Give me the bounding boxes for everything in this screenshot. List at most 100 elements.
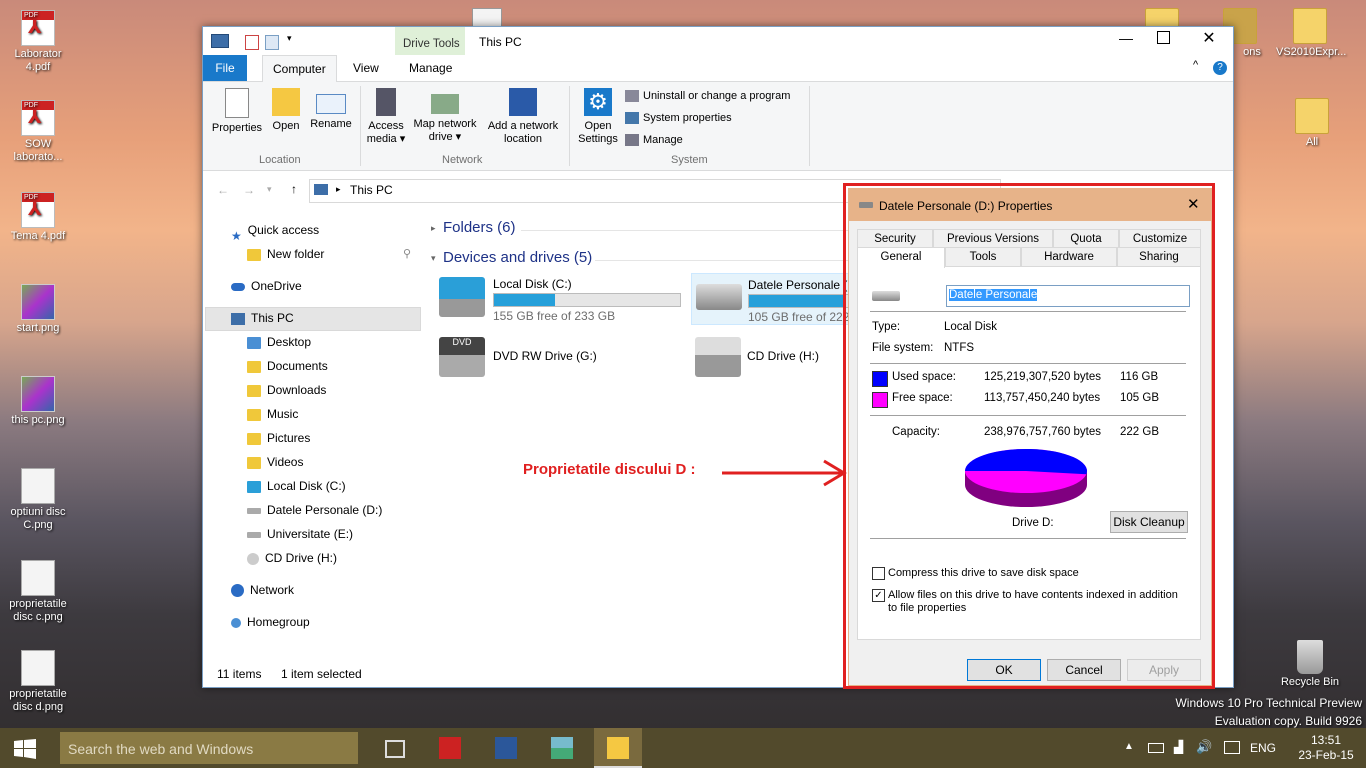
ok-button[interactable]: OK — [967, 659, 1041, 681]
maximize-button[interactable] — [1157, 31, 1170, 44]
drive-tile-h[interactable]: CD Drive (H:) — [693, 331, 843, 381]
desktop-icon-start-png[interactable]: start.png — [4, 284, 72, 335]
nav-this-pc[interactable]: This PC — [231, 307, 294, 329]
desktop-icon-vs2010[interactable]: VS2010Expr... — [1276, 8, 1346, 59]
tab-previous-versions[interactable]: Previous Versions — [933, 229, 1053, 248]
drive-tile-c[interactable]: Local Disk (C:) 155 GB free of 233 GB — [439, 273, 687, 323]
nav-videos[interactable]: Videos — [247, 451, 303, 473]
compress-checkbox[interactable] — [872, 567, 885, 580]
close-button[interactable]: ✕ — [1199, 27, 1219, 53]
nav-quick-access[interactable]: ★ Quick access — [231, 219, 319, 243]
tab-quota[interactable]: Quota — [1053, 229, 1119, 248]
recent-locations-icon[interactable]: ▾ — [267, 184, 272, 195]
start-button[interactable] — [0, 728, 48, 768]
nav-universitate-e[interactable]: Universitate (E:) — [247, 523, 353, 545]
show-hidden-icons[interactable]: ▲ — [1124, 741, 1134, 752]
language-indicator[interactable]: ENG — [1250, 741, 1276, 755]
nav-new-folder[interactable]: New folder — [247, 243, 324, 265]
tab-file[interactable]: File — [203, 55, 247, 81]
tab-computer[interactable]: Computer — [262, 55, 337, 82]
clock[interactable]: 13:51 23-Feb-15 — [1296, 733, 1356, 763]
drive-name-input[interactable]: Datele Personale — [946, 285, 1190, 307]
cancel-button[interactable]: Cancel — [1047, 659, 1121, 681]
nav-pictures[interactable]: Pictures — [247, 427, 310, 449]
nav-onedrive[interactable]: OneDrive — [231, 275, 302, 297]
nav-downloads[interactable]: Downloads — [247, 379, 326, 401]
map-network-drive-button[interactable]: Map network drive ▾ — [409, 88, 481, 144]
search-input[interactable]: Search the web and Windows — [60, 732, 358, 764]
disk-cleanup-button[interactable]: Disk Cleanup — [1110, 511, 1188, 533]
dialog-title-bar: Datele Personale (D:) Properties ✕ — [849, 189, 1211, 221]
properties-button[interactable]: Properties — [209, 88, 265, 135]
nav-documents[interactable]: Documents — [247, 355, 328, 377]
forward-button[interactable]: → — [243, 183, 255, 197]
desktop-icon-thispc-png[interactable]: this pc.png — [4, 376, 72, 427]
nav-local-disk-c[interactable]: Local Disk (C:) — [247, 475, 346, 497]
drive-tile-g[interactable]: DVD DVD RW Drive (G:) — [439, 331, 687, 381]
index-checkbox[interactable]: ✓ — [872, 589, 885, 602]
tab-security[interactable]: Security — [857, 229, 933, 248]
add-network-location-button[interactable]: Add a network location — [483, 88, 563, 146]
nav-network[interactable]: Network — [231, 579, 294, 601]
volume-icon[interactable]: 🔊 — [1196, 739, 1212, 755]
system-properties-button[interactable]: System properties — [625, 112, 732, 125]
nav-music[interactable]: Music — [247, 403, 298, 425]
desktop-icon-recycle-bin[interactable]: Recycle Bin — [1276, 640, 1344, 689]
tab-general[interactable]: General — [857, 247, 945, 268]
desktop-icon-proprietatile-d[interactable]: proprietatile disc d.png — [4, 650, 72, 714]
open-settings-button[interactable]: ⚙ Open Settings — [573, 88, 623, 146]
rename-button[interactable]: Rename — [307, 88, 355, 131]
breadcrumb[interactable]: This PC — [350, 183, 393, 197]
taskbar-file-explorer[interactable] — [594, 728, 642, 768]
free-space-bytes: 113,757,450,240 bytes — [984, 392, 1101, 404]
collapse-ribbon-icon[interactable]: ^ — [1193, 59, 1198, 71]
drive-tile-d[interactable]: Datele Personale (D:) 105 GB free of 222… — [691, 273, 849, 325]
devices-header[interactable]: Devices and drives (5) — [443, 249, 592, 266]
nav-desktop[interactable]: Desktop — [247, 331, 311, 353]
desktop-icon-all[interactable]: All — [1278, 98, 1346, 149]
taskbar-acrobat[interactable] — [426, 728, 474, 768]
tab-tools[interactable]: Tools — [945, 247, 1021, 266]
collapse-devices-icon[interactable]: ▾ — [431, 253, 436, 264]
tab-manage[interactable]: Manage — [399, 55, 462, 81]
desktop-icon-tema4[interactable]: Tema 4.pdf — [4, 192, 72, 243]
taskbar-task-view[interactable] — [372, 728, 420, 768]
qat-dropdown-icon[interactable]: ▾ — [287, 33, 292, 44]
nav-homegroup[interactable]: Homegroup — [231, 611, 310, 633]
uninstall-program-button[interactable]: Uninstall or change a program — [625, 90, 790, 103]
homegroup-icon — [231, 617, 241, 628]
documents-icon — [247, 360, 261, 373]
expand-folders-icon[interactable]: ▸ — [431, 223, 436, 234]
tab-customize[interactable]: Customize — [1119, 229, 1201, 248]
qat-folder-icon[interactable] — [265, 35, 279, 50]
taskbar-word[interactable] — [482, 728, 530, 768]
wifi-icon[interactable]: ▟ — [1174, 740, 1183, 754]
up-button[interactable]: ↑ — [291, 182, 297, 196]
action-center-icon[interactable] — [1224, 741, 1240, 754]
back-button[interactable]: ← — [217, 183, 229, 197]
help-icon[interactable]: ? — [1213, 61, 1227, 75]
nav-datele-personale-d[interactable]: Datele Personale (D:) — [247, 499, 382, 521]
desktop-icon-optiuni-disc[interactable]: optiuni disc C.png — [4, 468, 72, 532]
open-button[interactable]: Open — [267, 88, 305, 133]
desktop-icon-proprietatile-c[interactable]: proprietatile disc c.png — [4, 560, 72, 624]
taskbar-photos[interactable] — [538, 728, 586, 768]
desktop-icon-sow[interactable]: SOW laborato... — [4, 100, 72, 164]
dialog-close-button[interactable]: ✕ — [1187, 195, 1200, 213]
capacity-label: Capacity: — [892, 426, 940, 438]
breadcrumb-chevron-icon: ▸ — [336, 184, 341, 194]
tab-hardware[interactable]: Hardware — [1021, 247, 1117, 266]
battery-icon[interactable] — [1148, 743, 1164, 753]
desktop-icon-laborator4[interactable]: Laborator 4.pdf — [4, 10, 72, 74]
qat-properties-icon[interactable] — [245, 35, 259, 50]
doc-icon[interactable] — [472, 8, 502, 28]
pin-icon[interactable]: ⚲ — [403, 247, 411, 260]
manage-button[interactable]: Manage — [625, 134, 683, 147]
tab-sharing[interactable]: Sharing — [1117, 247, 1201, 266]
access-media-button[interactable]: Access media ▾ — [363, 88, 409, 146]
tab-view[interactable]: View — [343, 55, 389, 81]
minimize-button[interactable]: — — [1111, 27, 1141, 53]
apply-button[interactable]: Apply — [1127, 659, 1201, 681]
folders-header[interactable]: Folders (6) — [443, 219, 516, 236]
nav-cd-drive-h[interactable]: CD Drive (H:) — [247, 547, 337, 569]
